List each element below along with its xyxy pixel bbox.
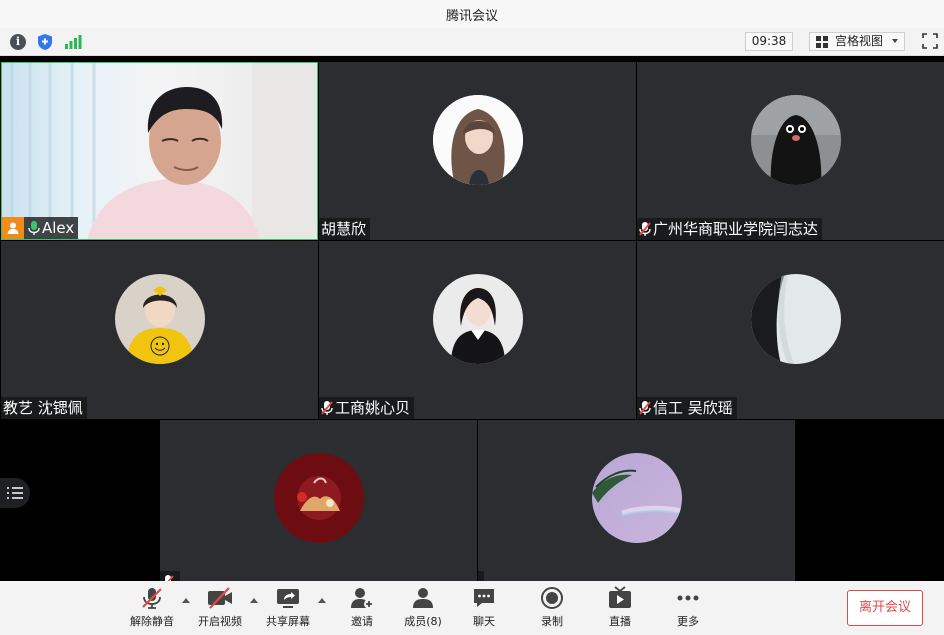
participant-nameplate: 信工 吴欣瑶 <box>637 397 737 419</box>
unmute-button[interactable]: 解除静音 <box>124 586 180 632</box>
microphone-muted-icon <box>142 588 162 609</box>
window-title: 腾讯会议 <box>445 9 498 24</box>
participant-tile[interactable]: 信工 吴欣瑶 <box>637 241 944 419</box>
participant-nameplate: 广州华商职业学院闫志达 <box>637 218 823 240</box>
participant-tile[interactable]: 教艺 沈锶佩 <box>1 241 318 419</box>
participant-avatar <box>274 453 364 543</box>
microphone-on-icon <box>28 221 40 235</box>
participant-avatar <box>592 453 682 543</box>
host-icon <box>2 217 24 239</box>
share-screen-button[interactable]: 共享屏幕 <box>260 586 316 632</box>
meeting-timer: 09:38 <box>745 32 793 51</box>
share-screen-label: 共享屏幕 <box>266 615 310 628</box>
microphone-muted-icon <box>639 401 651 415</box>
camera-off-icon <box>208 587 232 609</box>
members-label: 成员(8) <box>404 615 442 628</box>
record-button[interactable]: 录制 <box>524 586 580 632</box>
participant-name: Alex <box>42 219 75 237</box>
more-label: 更多 <box>677 615 699 628</box>
participant-nameplate <box>160 571 180 581</box>
record-label: 录制 <box>541 615 563 628</box>
participant-name: 教艺 沈锶佩 <box>3 399 83 417</box>
grid-view-icon <box>816 36 828 48</box>
share-options-chevron-icon[interactable] <box>318 598 326 603</box>
participant-tile[interactable] <box>160 420 477 581</box>
start-video-label: 开启视频 <box>198 615 242 628</box>
info-bar: i 09:38 宫格视图 <box>0 28 944 56</box>
participant-nameplate: Alex <box>2 217 79 239</box>
participant-nameplate: 胡慧欣 <box>319 218 371 240</box>
members-icon <box>413 588 433 608</box>
video-options-chevron-icon[interactable] <box>250 598 258 603</box>
participant-name: 信工 吴欣瑶 <box>653 399 733 417</box>
participant-avatar <box>751 274 841 364</box>
list-icon <box>7 487 23 499</box>
participant-nameplate <box>478 571 484 581</box>
network-signal-icon[interactable] <box>64 33 82 51</box>
audio-options-chevron-icon[interactable] <box>182 598 190 603</box>
participant-name: 胡慧欣 <box>321 220 367 238</box>
microphone-muted-icon <box>639 222 651 236</box>
participant-tile-alex[interactable]: Alex <box>1 62 318 240</box>
more-button[interactable]: 更多 <box>660 586 716 632</box>
leave-meeting-button[interactable]: 离开会议 <box>847 590 923 626</box>
participant-tile[interactable]: 广州华商职业学院闫志达 <box>637 62 944 240</box>
share-screen-icon <box>277 589 299 608</box>
participant-avatar <box>115 274 205 364</box>
chat-button[interactable]: 聊天 <box>456 586 512 632</box>
fullscreen-icon[interactable] <box>922 33 938 49</box>
view-mode-dropdown[interactable]: 宫格视图 <box>809 32 905 51</box>
bottom-toolbar: 解除静音 开启视频 共享屏幕 邀请 成员(8) 聊天 录制 直播 更多 离开会议 <box>0 581 944 635</box>
invite-button[interactable]: 邀请 <box>334 586 390 632</box>
title-bar: 腾讯会议 <box>0 0 944 28</box>
participant-name: 工商姚心贝 <box>335 399 411 417</box>
participant-avatar <box>433 95 523 185</box>
participant-tile[interactable] <box>478 420 795 581</box>
participant-name: 广州华商职业学院闫志达 <box>653 220 819 238</box>
invite-label: 邀请 <box>351 615 373 628</box>
participant-avatar <box>433 274 523 364</box>
microphone-muted-icon <box>321 401 333 415</box>
live-tv-icon <box>609 586 631 608</box>
meeting-info-icon[interactable]: i <box>9 33 27 51</box>
meeting-window: 腾讯会议 i 09:38 宫格视图 Alex 胡慧欣 广州华商职业学院闫志达 教… <box>0 0 944 635</box>
chevron-down-icon <box>892 39 898 43</box>
participant-nameplate: 教艺 沈锶佩 <box>1 397 87 419</box>
participant-tile[interactable]: 胡慧欣 <box>319 62 636 240</box>
participant-avatar <box>751 95 841 185</box>
add-user-icon <box>351 588 374 609</box>
more-dots-icon <box>677 595 699 601</box>
microphone-muted-icon <box>165 575 174 581</box>
members-button[interactable]: 成员(8) <box>395 586 451 632</box>
live-stream-button[interactable]: 直播 <box>592 586 648 632</box>
participant-tile[interactable]: 工商姚心贝 <box>319 241 636 419</box>
participant-nameplate: 工商姚心贝 <box>319 397 415 419</box>
chat-label: 聊天 <box>473 615 495 628</box>
participant-video <box>2 63 317 239</box>
unmute-label: 解除静音 <box>130 615 174 628</box>
security-shield-icon[interactable] <box>36 33 54 51</box>
view-mode-label: 宫格视图 <box>835 34 884 48</box>
chat-icon <box>474 589 494 607</box>
record-icon <box>541 587 563 609</box>
participant-list-toggle-button[interactable] <box>0 478 30 508</box>
live-stream-label: 直播 <box>609 615 631 628</box>
start-video-button[interactable]: 开启视频 <box>192 586 248 632</box>
